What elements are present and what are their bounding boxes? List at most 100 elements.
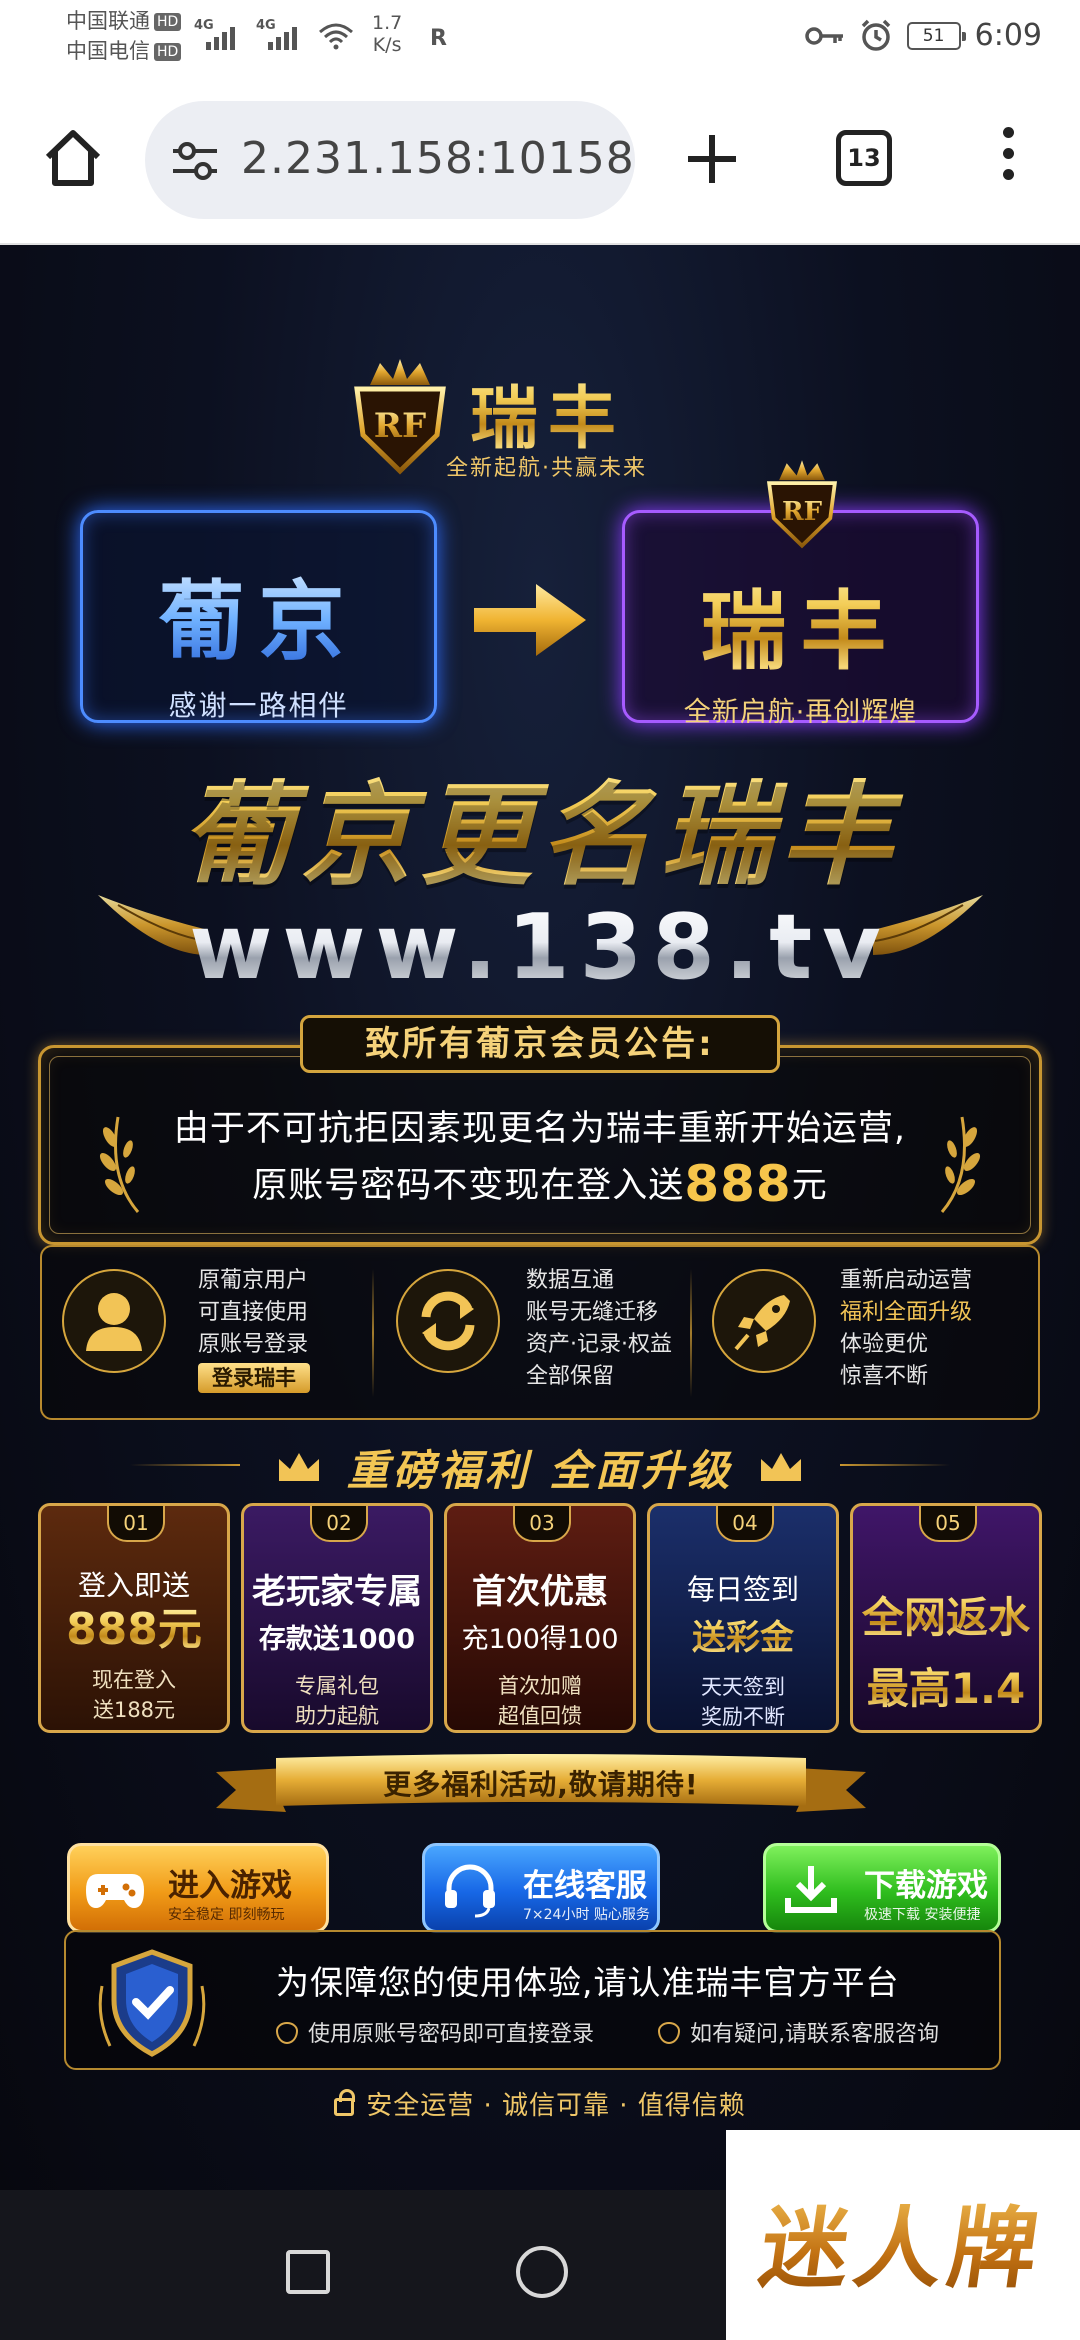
r-status-icon: R [430, 26, 447, 51]
gamepad-icon [86, 1874, 144, 1908]
browser-toolbar: 2.231.158:10158 13 [0, 75, 1080, 245]
benefit-number: 01 [107, 1506, 165, 1542]
online-service-label: 在线客服 [523, 1868, 647, 1904]
new-tab-icon[interactable] [682, 129, 742, 189]
web-page: RF 瑞丰 全新起航·共赢未来 葡京 感谢一路相伴 瑞丰 全新启航·再创辉煌 R… [0, 245, 1080, 2190]
benefit-card[interactable]: 02 老玩家专属 存款送1000 专属礼包 助力起航 [241, 1503, 433, 1733]
benefit-highlight: 存款送1000 [258, 1624, 416, 1655]
url-text[interactable]: 2.231.158:10158 [241, 133, 635, 184]
arrow-right-icon [474, 584, 586, 656]
features-panel: 原葡京用户 可直接使用 原账号登录 登录瑞丰 数据互通 账号无缝迁移 资产·记录… [40, 1245, 1040, 1420]
site-domain[interactable]: www.138.tv [0, 895, 1080, 1000]
announcement-line-2: 原账号密码不变现在登入送888元 [38, 1155, 1042, 1213]
enter-game-label: 进入游戏 [168, 1868, 292, 1904]
security-point-1: 使用原账号密码即可直接登录 [276, 2016, 594, 2048]
signal-icon: 4G [256, 18, 304, 50]
rf-crest-logo-icon: RF [766, 460, 838, 549]
divider [130, 1464, 240, 1466]
key-icon [804, 26, 843, 45]
divider [372, 1269, 374, 1397]
benefit-card[interactable]: 03 首次优惠 充100得100 首次加赠 超值回馈 [444, 1503, 636, 1733]
signal-icon: 4G [194, 18, 242, 50]
lock-icon [334, 2089, 356, 2116]
benefit-highlight: 888元 [41, 1604, 227, 1656]
brand-name: 瑞丰 [470, 363, 626, 462]
benefit-highlight: 最高1.4 [853, 1655, 1039, 1716]
check-shield-icon [276, 2022, 298, 2044]
new-brand-name: 瑞丰 [625, 561, 976, 686]
benefits-title: 重磅福利 全面升级 [346, 1446, 734, 1495]
site-settings-icon[interactable] [171, 139, 219, 183]
old-brand-card: 葡京 感谢一路相伴 [80, 510, 437, 723]
benefit-desc: 助力起航 [295, 1704, 379, 1728]
benefit-highlight: 送彩金 [650, 1610, 836, 1659]
old-brand-name: 葡京 [83, 551, 434, 676]
benefit-number: 05 [919, 1506, 977, 1542]
announcement-text: 原账号密码不变现在登入送 [252, 1166, 685, 1206]
speed-unit: K/s [372, 34, 402, 56]
logo-mark: RF [374, 406, 426, 446]
download-game-button[interactable]: 下载游戏 极速下载 安装便捷 [763, 1843, 1001, 1933]
login-ruifeng-button[interactable]: 登录瑞丰 [198, 1363, 310, 1393]
benefit-title: 全网返水 [853, 1584, 1039, 1645]
hd-badge: HD [154, 13, 182, 31]
status-bar: 中国联通 HD 中国电信 HD 4G 4G 1.7 K/s R 51 6:09 [0, 0, 1080, 75]
benefit-number: 03 [513, 1506, 571, 1542]
security-point-text: 如有疑问,请联系客服咨询 [690, 2022, 939, 2047]
footer-note-text: 安全运营 · 诚信可靠 · 值得信赖 [366, 2091, 746, 2121]
divider [840, 1464, 950, 1466]
old-brand-caption: 感谢一路相伴 [168, 689, 349, 722]
benefit-desc: 超值回馈 [498, 1704, 582, 1728]
benefit-card[interactable]: 05 全网返水 最高1.4 [850, 1503, 1042, 1733]
feature-line-highlight: 福利全面升级 [840, 1300, 973, 1325]
benefit-desc: 专属礼包 [295, 1674, 379, 1698]
benefit-number: 02 [310, 1506, 368, 1542]
benefit-card[interactable]: 01 登入即送 888元 现在登入 送188元 [38, 1503, 230, 1733]
headline: 葡京更名瑞丰 [0, 745, 1080, 907]
ribbon-text: 更多福利活动,敬请期待! [383, 1768, 699, 1801]
feature-text: 重新启动运营 福利全面升级 体验更优 惊喜不断 [840, 1265, 972, 1393]
home-icon[interactable] [40, 125, 106, 191]
divider [690, 1269, 692, 1397]
security-point-text: 使用原账号密码即可直接登录 [308, 2022, 595, 2047]
benefit-title: 首次优惠 [472, 1572, 608, 1612]
home-nav-button[interactable] [516, 2246, 568, 2298]
feature-line: 体验更优 [840, 1332, 929, 1357]
enter-game-button[interactable]: 进入游戏 安全稳定 即刻畅玩 [67, 1843, 329, 1933]
brand-slogan: 全新起航·共赢未来 [446, 456, 647, 481]
rocket-icon [712, 1269, 816, 1373]
speed-value: 1.7 [372, 12, 403, 34]
footer-note: 安全运营 · 诚信可靠 · 值得信赖 [0, 2085, 1080, 2122]
headset-icon [445, 1864, 495, 1918]
benefit-card[interactable]: 04 每日签到 送彩金 天天签到 奖励不断 [647, 1503, 839, 1733]
battery-icon: 51 [906, 21, 966, 50]
network-speed: 1.7 K/s [372, 12, 402, 56]
security-point-2: 如有疑问,请联系客服咨询 [658, 2016, 939, 2048]
address-bar[interactable]: 2.231.158:10158 [145, 101, 635, 219]
feature-line: 账号无缝迁移 [526, 1300, 659, 1325]
benefit-title: 每日签到 [686, 1573, 799, 1606]
signal-indicators: 4G 4G [194, 18, 354, 50]
feature-line: 全部保留 [526, 1364, 615, 1389]
user-icon [62, 1269, 166, 1373]
more-menu-icon[interactable] [996, 127, 1020, 193]
benefit-desc: 现在登入 [92, 1668, 176, 1692]
feature-line: 原葡京用户 [198, 1268, 309, 1293]
crown-icon [761, 1453, 801, 1481]
announcement-line-1: 由于不可抗拒因素现更名为瑞丰重新开始运营, [173, 1109, 907, 1149]
benefit-desc: 天天签到 [701, 1675, 785, 1699]
tab-switcher-icon[interactable]: 13 [836, 130, 892, 186]
benefit-desc: 送188元 [92, 1698, 176, 1722]
recents-button[interactable] [286, 2250, 330, 2294]
feature-line: 可直接使用 [198, 1300, 309, 1325]
logo-mark: RF [782, 497, 823, 527]
feature-relaunch: 重新启动运营 福利全面升级 体验更优 惊喜不断 [694, 1247, 1039, 1418]
bonus-unit: 元 [791, 1166, 828, 1206]
security-title: 为保障您的使用体验,请认准瑞丰官方平台 [276, 1963, 900, 2002]
benefits-heading: 重磅福利 全面升级 [0, 1437, 1080, 1498]
watermark-text: 迷人牌 [717, 2178, 1080, 2305]
alarm-icon [861, 19, 890, 51]
new-brand-caption: 全新启航·再创辉煌 [683, 697, 918, 728]
online-service-button[interactable]: 在线客服 7×24小时 贴心服务 [422, 1843, 660, 1933]
benefit-cards: 01 登入即送 888元 现在登入 送188元 02 老玩家专属 存款送1000… [38, 1503, 1042, 1733]
